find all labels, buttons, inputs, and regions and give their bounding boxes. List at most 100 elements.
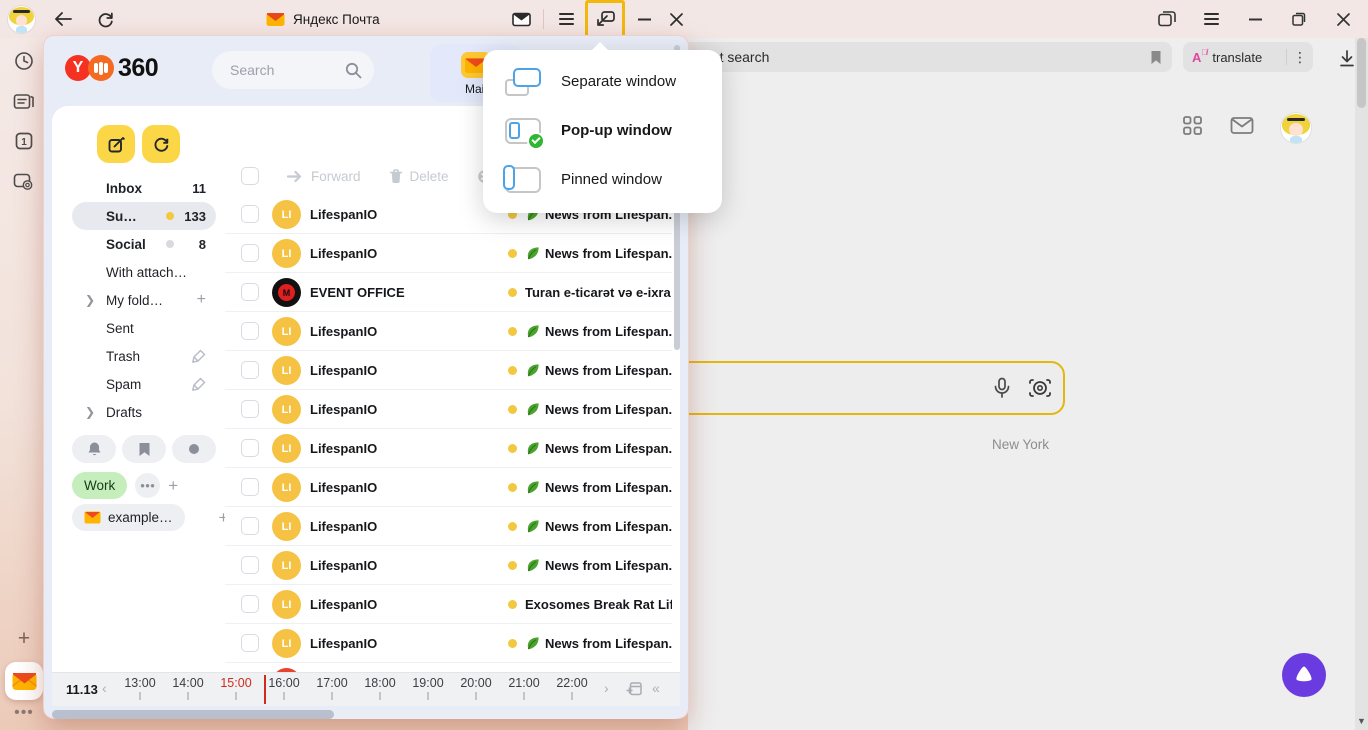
message-checkbox[interactable] (241, 361, 259, 379)
page-scrollbar-thumb[interactable] (1357, 38, 1366, 108)
reload-button[interactable] (91, 5, 119, 33)
tabs-counter-icon[interactable]: 1 (7, 124, 41, 158)
popup-close-button[interactable] (661, 4, 691, 34)
message-row[interactable]: LILifespanIONews from Lifespan. (225, 351, 672, 390)
message-checkbox[interactable] (241, 283, 259, 301)
window-mode-button-highlighted[interactable] (585, 0, 625, 38)
menu-item-pinned-window[interactable]: Pinned window (483, 155, 722, 204)
sweep-icon[interactable] (192, 377, 206, 391)
mail-search-input[interactable] (228, 61, 345, 79)
back-button[interactable] (49, 5, 77, 33)
message-row[interactable]: LILifespanIONews from Lifespan. (225, 234, 672, 273)
message-row[interactable]: LILifespanIONews from Lifespan. (225, 546, 672, 585)
folder-spam[interactable]: Spam (72, 370, 216, 398)
dot-pill[interactable] (172, 435, 216, 463)
image-search-icon[interactable] (1025, 373, 1055, 403)
forward-button[interactable]: Forward (287, 169, 361, 184)
side-panels-button[interactable] (1150, 4, 1184, 34)
message-row[interactable]: MEVENT OFFICETuran e-ticarət və e-ixra (225, 273, 672, 312)
sweep-icon[interactable] (192, 349, 206, 363)
bookmark-flag-icon[interactable] (1150, 50, 1162, 65)
timeline-tick (331, 692, 333, 700)
message-checkbox[interactable] (241, 595, 259, 613)
screenshot-icon[interactable] (7, 164, 41, 198)
page-scrollbar[interactable]: ▼ (1355, 38, 1368, 730)
popup-menu-button[interactable] (551, 4, 581, 34)
timeline-prev-button[interactable]: ‹ (102, 680, 107, 696)
voice-search-icon[interactable] (987, 373, 1017, 403)
tag-work[interactable]: Work (72, 472, 127, 499)
address-bar[interactable]: net search (688, 42, 1172, 72)
sender-avatar: LI (272, 590, 301, 619)
message-checkbox[interactable] (241, 634, 259, 652)
select-all-checkbox[interactable] (241, 167, 259, 185)
mail-icon[interactable] (1230, 116, 1254, 140)
compose-button[interactable] (97, 125, 135, 163)
folder-my-fold[interactable]: ❯My fold…+ (72, 286, 216, 314)
mail-search[interactable] (212, 51, 374, 89)
message-row[interactable]: LILifespanIONews from Lifespan. (225, 429, 672, 468)
message-checkbox[interactable] (241, 517, 259, 535)
folder-drafts[interactable]: ❯Drafts (72, 398, 216, 426)
history-icon[interactable] (7, 44, 41, 78)
notifications-pill[interactable] (72, 435, 116, 463)
chevron-right-icon[interactable]: ❯ (85, 405, 95, 419)
folder-label: Trash (106, 349, 140, 364)
account-example[interactable]: example… (72, 504, 185, 531)
timeline-scrollbar[interactable] (52, 710, 680, 719)
mail-app-icon[interactable] (5, 662, 43, 700)
popup-minimize-button[interactable] (629, 4, 659, 34)
message-row[interactable]: LILifespanIONews from Lifespan. (225, 312, 672, 351)
browser-restore-button[interactable] (1282, 4, 1316, 34)
folder-social[interactable]: Social8 (72, 230, 216, 258)
rail-more-button[interactable]: ••• (14, 704, 34, 726)
account-avatar[interactable] (1281, 113, 1311, 143)
tag-add-button[interactable]: + (168, 476, 178, 496)
feed-icon[interactable] (7, 84, 41, 118)
menu-item-pop-up-window[interactable]: Pop-up window (483, 106, 722, 155)
timeline-scrollbar-thumb[interactable] (52, 710, 334, 719)
message-row[interactable]: LILifespanIOExosomes Break Rat Life (225, 585, 672, 624)
folder-add-icon[interactable]: + (197, 291, 206, 309)
scroll-down-arrow-icon[interactable]: ▼ (1355, 716, 1368, 726)
alice-assistant-button[interactable] (1282, 653, 1326, 697)
delete-button[interactable]: Delete (389, 169, 449, 184)
folder-with-attach[interactable]: With attach… (72, 258, 216, 286)
browser-menu-button[interactable] (1194, 4, 1228, 34)
tag-more-button[interactable]: ••• (135, 473, 160, 498)
timeline-collapse-button[interactable]: « (652, 680, 660, 696)
profile-avatar[interactable] (8, 6, 35, 33)
browser-close-button[interactable] (1326, 4, 1360, 34)
browser-minimize-button[interactable] (1238, 4, 1272, 34)
message-checkbox[interactable] (241, 556, 259, 574)
add-event-icon[interactable] (626, 681, 642, 696)
folder-su[interactable]: Su…133 (72, 202, 216, 230)
timeline-next-button[interactable]: › (604, 680, 609, 696)
translate-button[interactable]: Aあ̸ translate ⋮ (1183, 42, 1313, 72)
translate-more-button[interactable]: ⋮ (1287, 49, 1313, 66)
message-checkbox[interactable] (241, 400, 259, 418)
message-checkbox[interactable] (241, 439, 259, 457)
chevron-right-icon[interactable]: ❯ (85, 293, 95, 307)
message-row[interactable]: LILifespanIONews from Lifespan. (225, 468, 672, 507)
message-row[interactable]: LILifespanIONews from Lifespan. (225, 624, 672, 663)
y360-logo[interactable]: Y 360 (65, 54, 158, 82)
folder-inbox[interactable]: Inbox11 (72, 174, 216, 202)
menu-item-separate-window[interactable]: Separate window (483, 57, 722, 106)
message-checkbox[interactable] (241, 244, 259, 262)
message-row[interactable]: LILifespanIONews from Lifespan. (225, 390, 672, 429)
folder-trash[interactable]: Trash (72, 342, 216, 370)
refresh-button[interactable] (142, 125, 180, 163)
rail-add-button[interactable]: + (18, 624, 30, 654)
folder-sent[interactable]: Sent (72, 314, 216, 342)
message-checkbox[interactable] (241, 205, 259, 223)
message-row[interactable]: LILifespanIONews from Lifespan. (225, 507, 672, 546)
message-checkbox[interactable] (241, 478, 259, 496)
bookmark-pill[interactable] (122, 435, 166, 463)
menu-notch (591, 42, 609, 51)
message-checkbox[interactable] (241, 322, 259, 340)
folder-count: 8 (199, 237, 206, 252)
apps-grid-icon[interactable] (1182, 115, 1203, 141)
trash-icon (389, 169, 403, 184)
mail-envelope-icon[interactable] (506, 4, 536, 34)
